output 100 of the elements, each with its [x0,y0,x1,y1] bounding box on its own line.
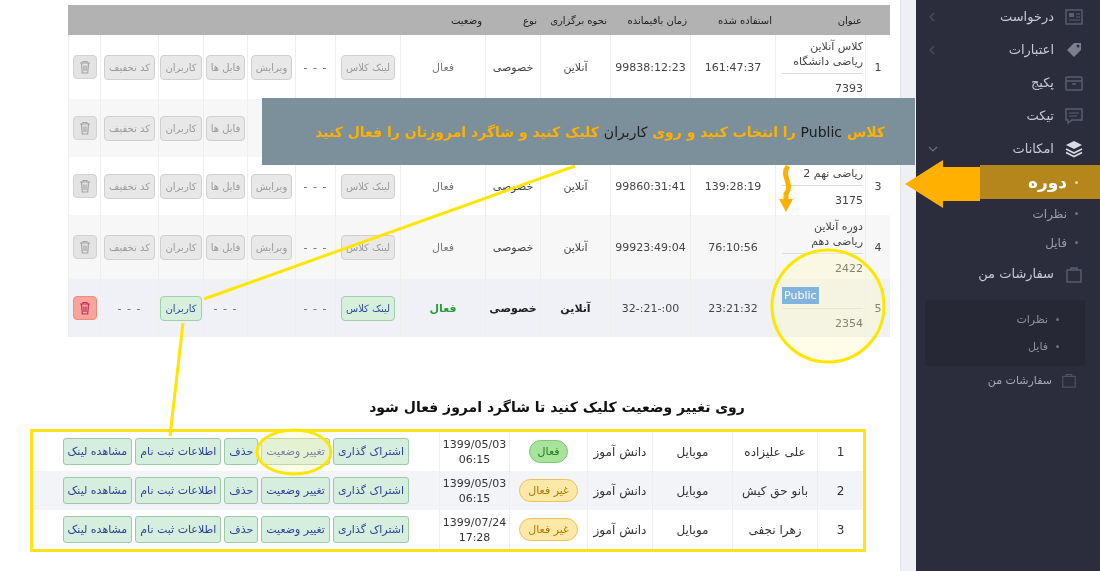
action-button[interactable]: مشاهده لینک [62,438,133,465]
table-cell: آنلاین [563,240,588,254]
column-header: عنوان [837,14,863,26]
instruction-text: روی تغییر وضعیت کلیک کنید تا شاگرد امروز فعال شود [369,399,745,415]
table-cell: خصوصی [492,240,534,254]
action-button[interactable]: تغییر وضعیت [261,438,330,465]
course-title: دوره آنلاین ریاضی دهم [810,219,863,249]
trash-icon [78,301,91,315]
table-cell: فعال [432,179,454,193]
table-cell: 5 [874,301,882,315]
table-cell: 1 [874,60,882,74]
table-cell: 99860:31:41 [615,179,686,193]
empty-value: - - - [213,301,238,315]
table-cell: 4 [874,240,882,254]
course-title: ریاضی نهم 2 [802,165,863,181]
status-badge: غیر فعال [519,518,578,541]
course-title: کلاس آنلاین ریاضی دانشگاه [792,39,863,69]
sidebar-item[interactable]: پکیج [916,66,1100,99]
table-cell: آنلاین [563,179,588,193]
table-cell: زهرا نجفی [748,522,802,537]
bag-icon [1064,264,1084,283]
table-cell: 99838:12:23 [615,60,686,74]
table-cell: 99923:49:04 [615,240,686,254]
course-code: 2422 [782,253,863,275]
sidebar-item[interactable]: سفارشات من [916,366,1100,394]
course-code: 2354 [782,307,863,330]
delete-button[interactable] [72,116,97,140]
action-button[interactable]: تغییر وضعیت [261,516,330,543]
action-button[interactable]: کاربران [160,295,202,321]
newspaper-icon [1064,7,1084,26]
action-button[interactable]: اطلاعات ثبت نام [135,477,222,504]
column-header: وضعیت [451,14,483,26]
date-text: 1399/05/03 [442,475,507,491]
trash-icon [78,121,91,135]
action-button[interactable]: اشتراک گذاری [332,477,409,504]
column-header: نحوه برگزاری [550,14,608,26]
course-title: Public [782,286,819,304]
action-button[interactable]: اشتراک گذاری [332,516,409,543]
time-text: 06:15 [458,490,491,506]
table-cell: 2 [836,483,845,498]
box-icon [1064,73,1084,92]
date-text: 1399/05/03 [442,436,507,452]
action-button[interactable]: مشاهده لینک [62,516,133,543]
sidebar-item[interactable]: سفارشات من [916,257,1100,290]
action-button[interactable]: اشتراک گذاری [332,438,409,465]
action-button[interactable]: لینک کلاس [340,295,396,321]
column-header: استفاده شده [717,14,773,26]
trash-icon [78,179,91,193]
table-cell: علی علیزاده [744,444,806,459]
table-cell: موبایل [676,483,709,498]
delete-button[interactable] [72,174,97,198]
table-cell: دانش آموز [593,483,647,498]
sidebar-subitem[interactable]: نظرات [916,199,1100,228]
time-text: 06:15 [458,451,491,467]
delete-button[interactable] [72,296,97,320]
table-cell: فعال [429,301,457,315]
delete-button[interactable] [72,235,97,259]
table-cell: 161:47:37 [704,60,762,74]
table-cell: خصوصی [492,60,534,74]
trash-icon [78,60,91,74]
sidebar-subitem[interactable]: فایل [925,333,1085,360]
action-button[interactable]: حذف [224,516,259,543]
sidebar-item[interactable]: امکانات [916,132,1100,165]
table-cell: خصوصی [489,301,537,315]
action-button[interactable]: مشاهده لینک [62,477,133,504]
action-button[interactable]: حذف [224,477,259,504]
sidebar-item[interactable]: اعتبارات [916,33,1100,66]
sidebar-subitem[interactable]: فایل [916,228,1100,257]
empty-value: - - - [303,179,328,193]
table-cell: 23:21:32 [708,301,758,315]
sidebar-subitem[interactable]: دوره [980,165,1100,199]
sidebar-subitem[interactable]: نظرات [925,306,1085,333]
action-button[interactable]: حذف [224,438,259,465]
bag-icon [1060,372,1078,388]
status-badge: فعال [528,440,569,463]
action-button[interactable]: اطلاعات ثبت نام [135,516,222,543]
table-cell: 3 [836,522,845,537]
action-button[interactable]: اطلاعات ثبت نام [135,438,222,465]
table-cell: دانش آموز [593,444,647,459]
table-cell: دانش آموز [593,522,647,537]
empty-value: - - - [303,301,328,315]
column-header: زمان باقیمانده [627,14,688,26]
table-cell: 1 [836,444,845,459]
chat-icon [1064,106,1084,125]
table-cell: موبایل [676,522,709,537]
table-cell: بانو حق کیش [741,483,809,498]
table-cell: فعال [432,60,454,74]
table-cell: موبایل [676,444,709,459]
sidebar-item[interactable]: درخواست [916,0,1100,33]
time-text: 17:28 [458,529,491,545]
empty-value: - - - [303,240,328,254]
delete-button[interactable] [72,55,97,79]
trash-icon [78,240,91,254]
table-cell: 3 [874,179,882,193]
date-text: 1399/07/24 [442,514,507,530]
sidebar-item[interactable]: تیکت [916,99,1100,132]
table-cell: 32-:21-:00 [621,301,680,315]
action-button[interactable]: تغییر وضعیت [261,477,330,504]
curved-arrow [779,164,793,212]
status-badge: غیر فعال [519,479,578,502]
